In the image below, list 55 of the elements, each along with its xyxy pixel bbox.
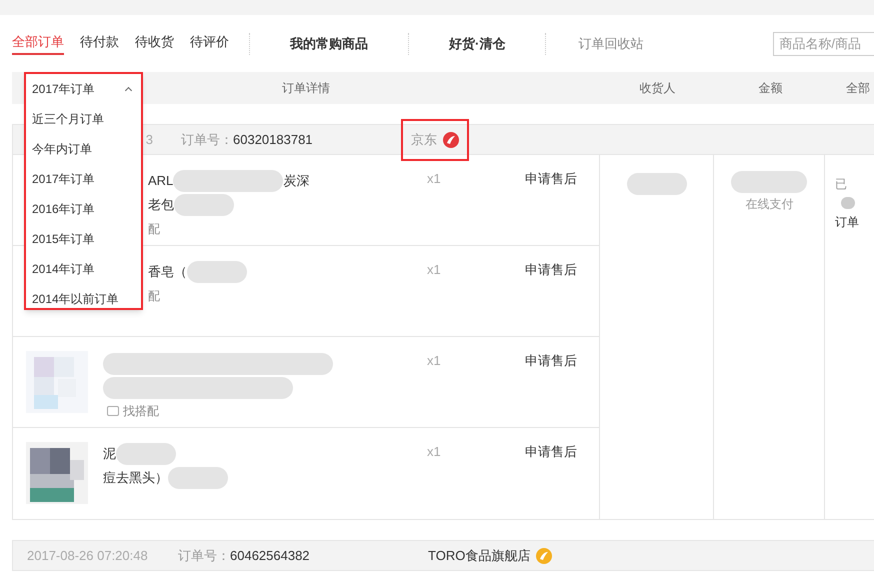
product-title[interactable]: 炭深 [283, 171, 310, 191]
dropdown-option[interactable]: 2014年订单 [26, 254, 141, 284]
dropdown-toggle[interactable]: 2017年订单 [26, 74, 141, 104]
order-date: 3 [146, 130, 153, 149]
after-sales-link[interactable]: 申请售后 [525, 442, 577, 460]
dropdown-option[interactable]: 近三个月订单 [26, 104, 141, 134]
item-quantity: x1 [427, 443, 442, 460]
blurred-text [187, 261, 247, 283]
product-title[interactable]: 香皂（ [148, 262, 187, 282]
match-link[interactable]: 配 [148, 220, 160, 238]
search-field[interactable]: 商品名称/商品 [773, 32, 874, 56]
order-number: 60462564382 [230, 546, 310, 565]
dropdown-option[interactable]: 2015年订单 [26, 224, 141, 254]
order-number-label: 订单号： [181, 130, 233, 149]
product-title[interactable]: 老包 [148, 195, 174, 215]
recycle-bin-link[interactable]: 订单回收站 [578, 34, 644, 54]
match-link[interactable]: 配 [148, 287, 160, 305]
order-number: 60320183781 [233, 130, 313, 149]
period-dropdown[interactable]: 2017年订单 近三个月订单 今年内订单 2017年订单 2016年订单 2015年订单 2014年订单 2014年以前订单 [24, 72, 143, 310]
match-icon [107, 406, 119, 416]
column-header: 收货人 [640, 80, 676, 97]
order-tab[interactable]: 待收货 [135, 32, 174, 56]
item-quantity: x1 [427, 352, 442, 369]
item-quantity: x1 [427, 261, 442, 278]
product-title[interactable]: 泥 [103, 444, 116, 464]
order-number-label: 订单号： [178, 546, 230, 565]
nav-link[interactable]: 我的常购商品 [290, 34, 368, 54]
order-status: 订单 [835, 214, 860, 231]
order-tab[interactable]: 待付款 [80, 32, 119, 56]
payment-method: 在线支付 [745, 196, 794, 213]
blurred-text [174, 194, 234, 216]
dropdown-option[interactable]: 2016年订单 [26, 194, 141, 224]
dropdown-value: 2017年订单 [32, 81, 95, 98]
blurred-text [116, 443, 176, 465]
blurred-text [168, 467, 228, 489]
order-tab[interactable]: 待评价 [190, 32, 229, 56]
match-link[interactable]: 找搭配 [123, 402, 159, 420]
dropdown-option[interactable]: 今年内订单 [26, 134, 141, 164]
product-title[interactable]: ARL [148, 171, 174, 191]
order-status: 已 [835, 176, 848, 193]
order-date: 2017-08-26 07:20:48 [27, 548, 148, 563]
order-tab[interactable]: 全部订单 [12, 32, 64, 56]
shop-name[interactable]: TORO食品旗舰店 [428, 546, 530, 566]
after-sales-link[interactable]: 申请售后 [525, 169, 577, 187]
after-sales-link[interactable]: 申请售后 [525, 351, 577, 369]
column-header: 金额 [758, 80, 782, 97]
blurred-text [626, 173, 687, 195]
status-icon [841, 197, 856, 209]
product-title[interactable]: 痘去黑头） [103, 468, 168, 488]
column-header: 全部 [846, 80, 870, 97]
nav-link[interactable]: 好货·清仓 [449, 34, 506, 54]
dropdown-option[interactable]: 2017年订单 [26, 164, 141, 194]
after-sales-link[interactable]: 申请售后 [525, 260, 577, 278]
column-header: 订单详情 [282, 80, 330, 97]
item-quantity: x1 [427, 170, 442, 187]
